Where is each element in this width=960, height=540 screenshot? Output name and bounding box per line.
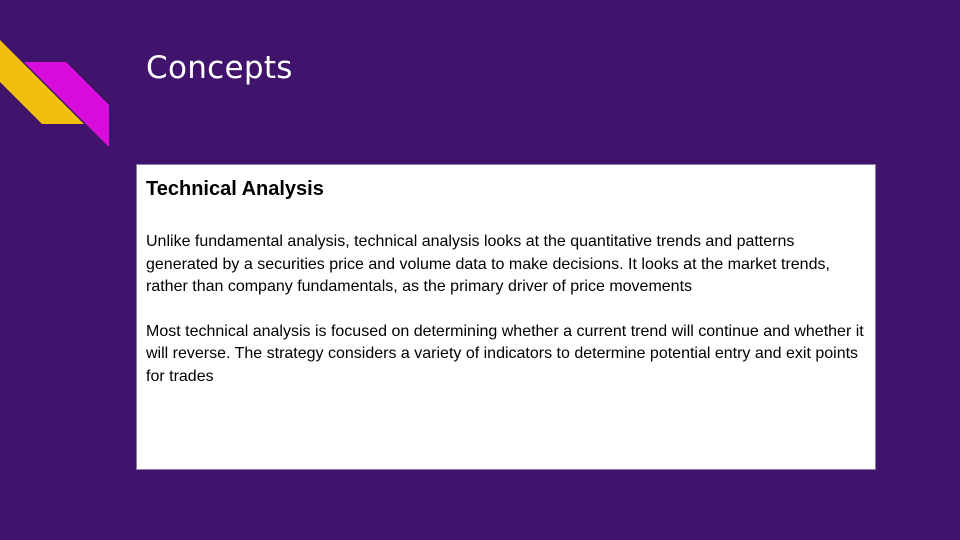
decorative-chevron-shapes <box>0 40 109 147</box>
content-paragraph-2: Most technical analysis is focused on de… <box>146 322 864 385</box>
content-paragraph-1: Unlike fundamental analysis, technical a… <box>146 233 830 295</box>
slide: Concepts Technical Analysis Unlike funda… <box>0 0 960 540</box>
content-box: Technical Analysis Unlike fundamental an… <box>136 164 876 470</box>
slide-title: Concepts <box>146 50 293 86</box>
content-heading: Technical Analysis <box>146 178 324 200</box>
